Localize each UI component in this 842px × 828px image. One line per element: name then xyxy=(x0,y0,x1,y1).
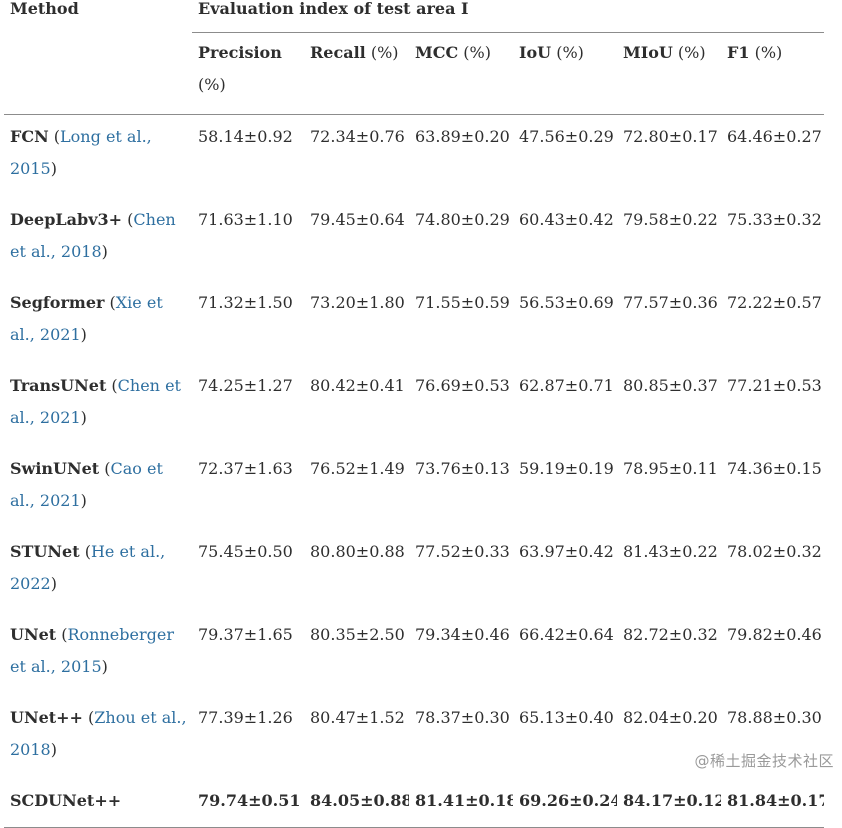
table-row-proposed: SCDUNet++ 79.74±0.51 84.05±0.88 81.41±0.… xyxy=(4,779,825,828)
metric-header-f1: F1 (%) xyxy=(721,32,825,115)
table-row: TransUNet (Chen et al., 2021) 74.25±1.27… xyxy=(4,364,824,447)
table-body: FCN (Long et al., 2015) 58.14±0.92 72.34… xyxy=(4,115,825,828)
value-cell: 79.74±0.51 xyxy=(192,779,304,828)
value-cell: 71.63±1.10 xyxy=(198,210,293,229)
method-cell: STUNet (He et al., 2022) xyxy=(10,542,166,593)
method-cell: UNet (Ronneberger et al., 2015) xyxy=(10,625,174,676)
value-cell: 76.52±1.49 xyxy=(310,459,405,478)
metric-header-precision: Precision (%) xyxy=(192,32,304,115)
value-cell: 77.52±0.33 xyxy=(415,542,510,561)
value-cell: 75.45±0.50 xyxy=(198,542,293,561)
method-cell: Segformer (Xie et al., 2021) xyxy=(10,293,163,344)
value-cell: 60.43±0.42 xyxy=(519,210,614,229)
value-cell: 79.37±1.65 xyxy=(198,625,293,644)
value-cell: 80.80±0.88 xyxy=(310,542,405,561)
value-cell: 65.13±0.40 xyxy=(519,708,614,727)
value-cell: 66.42±0.64 xyxy=(519,625,614,644)
metric-header-recall: Recall (%) xyxy=(304,32,409,115)
value-cell: 80.47±1.52 xyxy=(310,708,405,727)
value-cell: 84.17±0.12 xyxy=(617,779,721,828)
value-cell: 79.34±0.46 xyxy=(415,625,510,644)
value-cell: 72.80±0.17 xyxy=(623,127,718,146)
table-row: SwinUNet (Cao et al., 2021) 72.37±1.63 7… xyxy=(4,447,824,530)
value-cell: 78.95±0.11 xyxy=(623,459,718,478)
value-cell: 71.55±0.59 xyxy=(415,293,510,312)
value-cell: 71.32±1.50 xyxy=(198,293,293,312)
metric-header-miou: MIoU (%) xyxy=(617,32,721,115)
evaluation-group-header: Evaluation index of test area I xyxy=(192,0,825,33)
table-row: DeepLabv3+ (Chen et al., 2018) 71.63±1.1… xyxy=(4,198,824,281)
value-cell: 78.37±0.30 xyxy=(415,708,510,727)
results-table: Method Evaluation index of test area I P… xyxy=(4,0,825,828)
value-cell: 77.57±0.36 xyxy=(623,293,718,312)
value-cell: 72.37±1.63 xyxy=(198,459,293,478)
header-group-row: Method Evaluation index of test area I xyxy=(4,0,825,115)
table-header: Method Evaluation index of test area I P… xyxy=(4,0,825,115)
value-cell: 81.43±0.22 xyxy=(623,542,718,561)
value-cell: 74.80±0.29 xyxy=(415,210,510,229)
value-cell: 64.46±0.27 xyxy=(727,127,822,146)
value-cell: 77.39±1.26 xyxy=(198,708,293,727)
value-cell: 80.42±0.41 xyxy=(310,376,405,395)
value-cell: 69.26±0.24 xyxy=(513,779,617,828)
value-cell: 77.21±0.53 xyxy=(727,376,822,395)
table-row: STUNet (He et al., 2022) 75.45±0.50 80.8… xyxy=(4,530,824,613)
method-cell: SwinUNet (Cao et al., 2021) xyxy=(10,459,163,510)
method-cell: DeepLabv3+ (Chen et al., 2018) xyxy=(10,210,176,261)
value-cell: 47.56±0.29 xyxy=(519,127,614,146)
value-cell: 81.84±0.17 xyxy=(721,779,825,828)
table-row: UNet (Ronneberger et al., 2015) 79.37±1.… xyxy=(4,613,824,696)
method-column-header: Method xyxy=(4,0,192,115)
table-row: Segformer (Xie et al., 2021) 71.32±1.50 … xyxy=(4,281,824,364)
value-cell: 76.69±0.53 xyxy=(415,376,510,395)
value-cell: 58.14±0.92 xyxy=(198,127,293,146)
value-cell: 56.53±0.69 xyxy=(519,293,614,312)
value-cell: 80.35±2.50 xyxy=(310,625,405,644)
watermark-text: @稀土掘金技术社区 xyxy=(694,752,834,770)
value-cell: 74.36±0.15 xyxy=(727,459,822,478)
method-cell: SCDUNet++ xyxy=(4,779,192,828)
value-cell: 73.76±0.13 xyxy=(415,459,510,478)
metric-header-iou: IoU (%) xyxy=(513,32,617,115)
value-cell: 84.05±0.88 xyxy=(304,779,409,828)
method-cell: TransUNet (Chen et al., 2021) xyxy=(10,376,181,427)
value-cell: 63.89±0.20 xyxy=(415,127,510,146)
value-cell: 59.19±0.19 xyxy=(519,459,614,478)
value-cell: 79.58±0.22 xyxy=(623,210,718,229)
value-cell: 72.34±0.76 xyxy=(310,127,405,146)
value-cell: 81.41±0.18 xyxy=(409,779,513,828)
value-cell: 82.72±0.32 xyxy=(623,625,718,644)
value-cell: 73.20±1.80 xyxy=(310,293,405,312)
value-cell: 79.45±0.64 xyxy=(310,210,405,229)
value-cell: 79.82±0.46 xyxy=(727,625,822,644)
value-cell: 80.85±0.37 xyxy=(623,376,718,395)
value-cell: 75.33±0.32 xyxy=(727,210,822,229)
value-cell: 63.97±0.42 xyxy=(519,542,614,561)
value-cell: 72.22±0.57 xyxy=(727,293,822,312)
metric-header-mcc: MCC (%) xyxy=(409,32,513,115)
value-cell: 62.87±0.71 xyxy=(519,376,614,395)
value-cell: 78.02±0.32 xyxy=(727,542,822,561)
method-cell: UNet++ (Zhou et al., 2018) xyxy=(10,708,187,759)
table-row: FCN (Long et al., 2015) 58.14±0.92 72.34… xyxy=(4,115,824,199)
value-cell: 74.25±1.27 xyxy=(198,376,293,395)
results-table-container: Method Evaluation index of test area I P… xyxy=(4,0,825,828)
method-cell: FCN (Long et al., 2015) xyxy=(10,127,152,178)
